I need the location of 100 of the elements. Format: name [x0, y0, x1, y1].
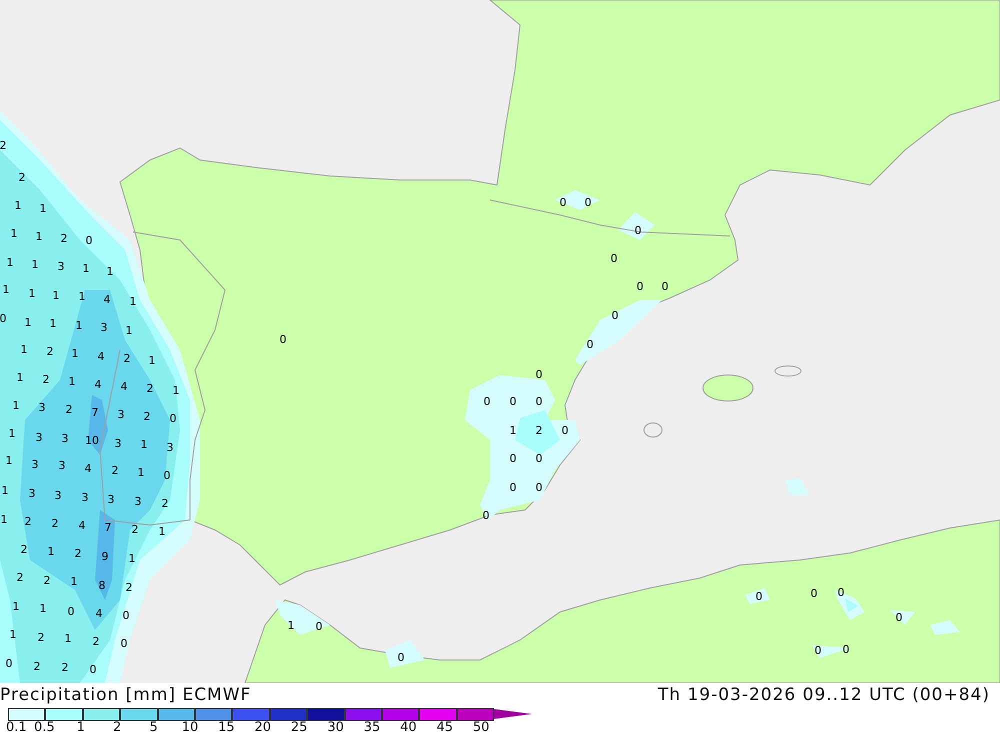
- precipitation-value: 2: [52, 517, 58, 530]
- precipitation-value: 2: [126, 581, 132, 594]
- precipitation-value: 1: [36, 230, 42, 243]
- legend-tick-label: 5: [149, 720, 158, 733]
- legend-tick-label: 1: [76, 720, 85, 733]
- precipitation-value: 1: [40, 202, 46, 215]
- precipitation-value: 1: [106, 265, 114, 278]
- precipitation-value: 0: [482, 509, 490, 522]
- precipitation-value: 3: [36, 431, 42, 444]
- legend-tick-label: 25: [290, 720, 308, 733]
- precipitation-value: 1: [2, 484, 8, 497]
- precipitation-value: 3: [28, 487, 36, 500]
- precipitation-value: 0: [0, 312, 6, 325]
- precipitation-value: 1: [64, 632, 72, 645]
- precipitation-value: 0: [838, 586, 844, 599]
- precipitation-value: 10: [85, 434, 99, 447]
- precipitation-value: 1: [126, 324, 132, 337]
- legend-tick-label: 50: [472, 720, 490, 733]
- precipitation-value: 0: [586, 338, 594, 351]
- precipitation-value: 2: [536, 424, 542, 437]
- precipitation-value: 3: [62, 432, 68, 445]
- precipitation-value: 2: [62, 661, 68, 674]
- precipitation-value: 2: [44, 574, 50, 587]
- precipitation-value: 2: [92, 635, 100, 648]
- precipitation-value: 1: [78, 290, 86, 303]
- precipitation-value: 2: [124, 352, 130, 365]
- precipitation-value: 2: [16, 571, 24, 584]
- precipitation-value: 0: [510, 452, 516, 465]
- precipitation-value: 0: [896, 611, 902, 624]
- legend-tick-label: 40: [400, 720, 417, 733]
- precipitation-value: 1: [288, 619, 294, 632]
- precipitation-value: 1: [20, 343, 28, 356]
- precipitation-value: 2: [162, 497, 168, 510]
- precipitation-value: 3: [166, 441, 174, 454]
- legend-tick-label: 20: [254, 720, 272, 733]
- precipitation-value: 4: [104, 293, 110, 306]
- legend-tick-label: 15: [218, 720, 235, 733]
- precipitation-value: 0: [510, 481, 516, 494]
- legend-tick-label: 0.5: [34, 720, 55, 733]
- precipitation-value: 1: [510, 424, 516, 437]
- precipitation-value: 0: [6, 657, 12, 670]
- precipitation-value: 2: [66, 403, 72, 416]
- precipitation-value: 1: [52, 289, 60, 302]
- precipitation-value: 2: [74, 547, 82, 560]
- precipitation-value: 0: [86, 234, 92, 247]
- precipitation-value: 0: [612, 309, 618, 322]
- precipitation-value: 0: [584, 196, 592, 209]
- precipitation-value: 0: [170, 412, 176, 425]
- precipitation-value: 2: [34, 660, 40, 673]
- precipitation-value: 0: [122, 609, 130, 622]
- legend-tick-label: 30: [327, 720, 344, 733]
- precipitation-value: 3: [134, 495, 142, 508]
- precipitation-value: 2: [38, 631, 44, 644]
- precipitation-value: 3: [38, 401, 46, 414]
- precipitation-value: 2: [144, 410, 150, 423]
- precipitation-value: 0: [280, 333, 286, 346]
- precipitation-value: 1: [8, 427, 16, 440]
- precipitation-value: 0: [120, 637, 128, 650]
- precipitation-value: 4: [96, 607, 102, 620]
- precipitation-value: 0: [536, 481, 542, 494]
- precipitation-value: 0: [814, 644, 822, 657]
- precipitation-value: 3: [54, 489, 62, 502]
- precipitation-value: 1: [128, 552, 136, 565]
- precipitation-value: 1: [50, 317, 56, 330]
- precipitation-value: 9: [102, 550, 108, 563]
- precipitation-value: 3: [58, 260, 64, 273]
- precipitation-value: 3: [58, 459, 66, 472]
- precipitation-value: 1: [172, 384, 180, 397]
- precipitation-value: 0: [536, 368, 542, 381]
- precipitation-value: 4: [84, 462, 92, 475]
- precipitation-value: 3: [118, 408, 124, 421]
- precipitation-value: 1: [24, 316, 32, 329]
- precipitation-value: 1: [68, 375, 76, 388]
- precipitation-value: 0: [810, 587, 818, 600]
- precipitation-value: 2: [60, 232, 68, 245]
- precipitation-value: 3: [100, 321, 108, 334]
- precipitation-value: 1: [140, 438, 148, 451]
- precipitation-value: 1: [32, 258, 38, 271]
- precipitation-value: 1: [130, 295, 136, 308]
- precipitation-value: 0: [398, 651, 404, 664]
- precipitation-value: 2: [0, 139, 6, 152]
- precipitation-value: 2: [146, 382, 154, 395]
- precipitation-value: 4: [78, 519, 86, 532]
- precipitation-value: 1: [6, 256, 14, 269]
- precipitation-value: 3: [108, 493, 114, 506]
- precipitation-value: 0: [842, 643, 850, 656]
- precipitation-value: 0: [610, 252, 618, 265]
- valid-time: Th 19-03-2026 09..12 UTC (00+84): [658, 685, 990, 705]
- precipitation-value: 0: [536, 395, 542, 408]
- precipitation-value: 1: [10, 628, 16, 641]
- legend-tick-label: 35: [364, 720, 380, 733]
- precipitation-value: 0: [90, 663, 96, 676]
- precipitation-value: 0: [316, 620, 322, 633]
- precipitation-value: 0: [510, 395, 516, 408]
- precipitation-value: 0: [560, 196, 566, 209]
- legend-tick-label: 45: [436, 720, 454, 733]
- precipitation-value: 0: [68, 605, 74, 618]
- precipitation-value: 1: [12, 600, 20, 613]
- precipitation-value: 0: [562, 424, 568, 437]
- precipitation-value: 3: [82, 491, 88, 504]
